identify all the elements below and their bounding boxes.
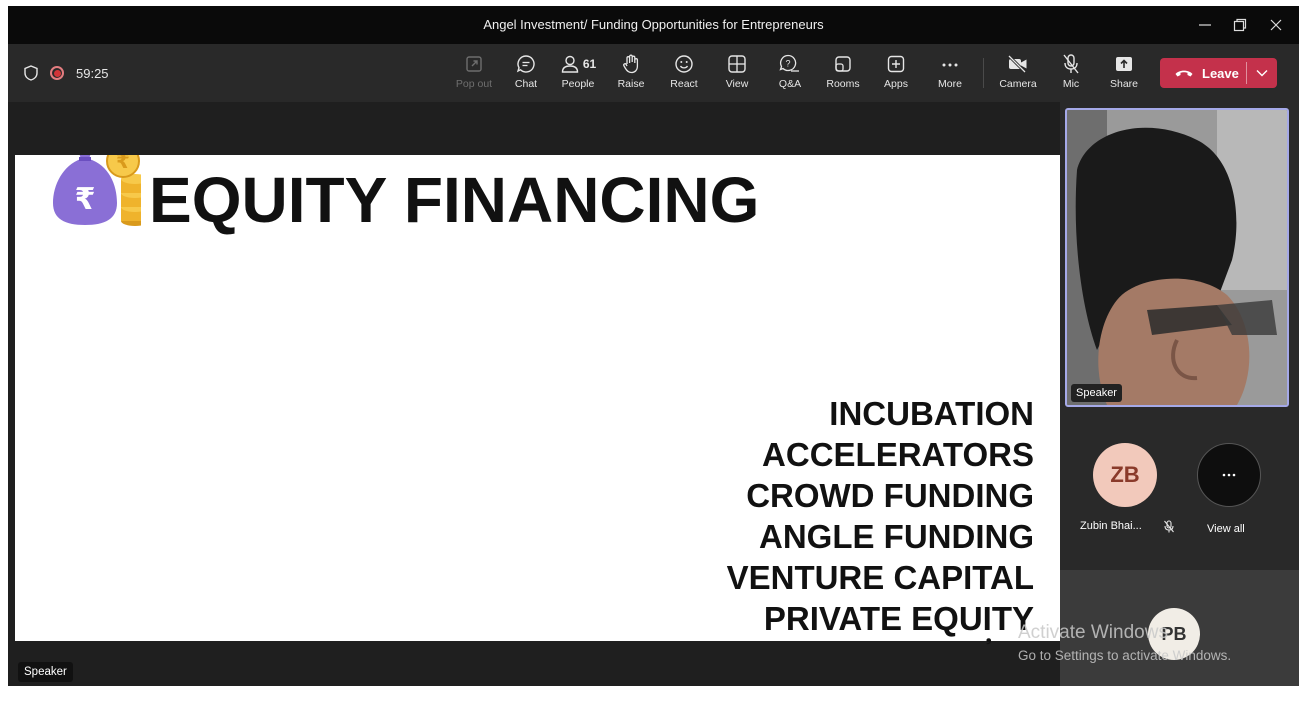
chat-button[interactable]: Chat	[501, 52, 551, 96]
mic-off-icon	[1063, 54, 1079, 74]
recording-icon	[50, 66, 64, 80]
more-icon	[1222, 473, 1236, 477]
view-all-button[interactable]	[1197, 443, 1261, 507]
money-bag-rupee-icon: ₹ ₹	[53, 155, 141, 226]
speaker-label: Speaker	[18, 662, 73, 682]
restore-button[interactable]	[1222, 12, 1258, 38]
view-label: View	[725, 78, 749, 90]
leave-button-group: Leave	[1160, 58, 1277, 88]
phone-hangup-icon	[1175, 70, 1193, 77]
minimize-button[interactable]	[1187, 12, 1223, 38]
mic-off-icon	[1164, 520, 1174, 533]
qa-button[interactable]: ? Q&A	[765, 52, 815, 96]
mic-button[interactable]: Mic	[1046, 52, 1096, 96]
view-icon	[728, 55, 746, 73]
qa-label: Q&A	[778, 78, 802, 90]
rooms-icon	[835, 56, 851, 72]
meeting-toolbar: 59:25 Pop out Chat 61 People Raise React…	[8, 44, 1299, 102]
more-button[interactable]: More	[925, 52, 975, 96]
chevron-down-icon	[1256, 70, 1268, 77]
window-title: Angel Investment/ Funding Opportunities …	[483, 17, 824, 32]
minimize-icon	[1199, 24, 1211, 26]
meeting-timer: 59:25	[76, 65, 109, 81]
restore-icon	[1233, 18, 1247, 32]
teams-meeting-window: Angel Investment/ Funding Opportunities …	[8, 6, 1299, 686]
close-icon	[1270, 19, 1282, 31]
react-button[interactable]: React	[659, 52, 709, 96]
list-item: INCUBATION	[829, 395, 1034, 432]
apps-button[interactable]: Apps	[871, 52, 921, 96]
meeting-status: 59:25	[24, 64, 109, 82]
video-speaker-label: Speaker	[1071, 384, 1122, 402]
view-all-label: View all	[1207, 523, 1245, 535]
camera-label: Camera	[999, 78, 1037, 90]
mouse-cursor: ❟	[986, 628, 992, 644]
raise-hand-icon	[623, 54, 639, 74]
list-item: ANGLE FUNDING	[759, 518, 1034, 555]
pop-out-label: Pop out	[455, 78, 493, 90]
list-item: CROWD FUNDING	[746, 477, 1034, 514]
leave-options-button[interactable]	[1247, 58, 1277, 88]
leave-button[interactable]: Leave	[1160, 58, 1246, 88]
react-icon	[675, 55, 693, 73]
shared-screen-stage: ₹ ₹ EQUITY FINANCING INCUBATION ACCELERA…	[8, 102, 1060, 686]
pop-out-icon	[466, 56, 482, 72]
list-item: ACCELERATORS	[762, 436, 1034, 473]
apps-icon	[887, 55, 905, 73]
slide-title: EQUITY FINANCING	[149, 164, 760, 236]
chat-label: Chat	[514, 78, 538, 90]
more-icon	[942, 63, 958, 67]
toolbar-divider	[983, 58, 984, 88]
close-button[interactable]	[1258, 12, 1294, 38]
speaker-video-tile[interactable]: Speaker	[1065, 108, 1289, 407]
shield-icon[interactable]	[24, 65, 38, 81]
people-label: People	[561, 78, 595, 90]
people-count: 61	[582, 57, 597, 71]
leave-label: Leave	[1202, 65, 1239, 81]
svg-text:₹: ₹	[116, 155, 130, 173]
slide-list: INCUBATION ACCELERATORS CROWD FUNDING AN…	[727, 393, 1034, 639]
chat-icon	[516, 55, 535, 73]
camera-off-icon	[1007, 54, 1027, 74]
svg-text:?: ?	[785, 59, 790, 69]
raise-hand-button[interactable]: Raise	[606, 52, 656, 96]
share-label: Share	[1109, 78, 1139, 90]
rooms-button[interactable]: Rooms	[818, 52, 868, 96]
speaker-video	[1067, 110, 1287, 405]
more-label: More	[938, 78, 962, 90]
share-icon	[1116, 57, 1132, 71]
presentation-slide: ₹ ₹ EQUITY FINANCING INCUBATION ACCELERA…	[15, 155, 1060, 641]
raise-label: Raise	[617, 78, 645, 90]
view-button[interactable]: View	[712, 52, 762, 96]
pop-out-button[interactable]: Pop out	[449, 52, 499, 96]
qa-icon: ?	[779, 54, 799, 72]
apps-label: Apps	[884, 78, 908, 90]
people-button[interactable]: 61 People	[553, 52, 603, 96]
camera-button[interactable]: Camera	[993, 52, 1043, 96]
rooms-label: Rooms	[826, 78, 860, 90]
participants-panel: Speaker ZB Zubin Bhai... View all PB	[1060, 102, 1299, 686]
mic-label: Mic	[1062, 78, 1080, 90]
avatar-zb[interactable]: ZB	[1093, 443, 1157, 507]
list-item: VENTURE CAPITAL	[726, 559, 1034, 596]
avatar-pb[interactable]: PB	[1148, 608, 1200, 660]
share-button[interactable]: Share	[1099, 52, 1149, 96]
react-label: React	[670, 78, 698, 90]
svg-text:₹: ₹	[75, 182, 96, 217]
title-bar: Angel Investment/ Funding Opportunities …	[8, 6, 1299, 44]
people-icon	[561, 55, 579, 73]
participant-name: Zubin Bhai...	[1080, 520, 1142, 532]
